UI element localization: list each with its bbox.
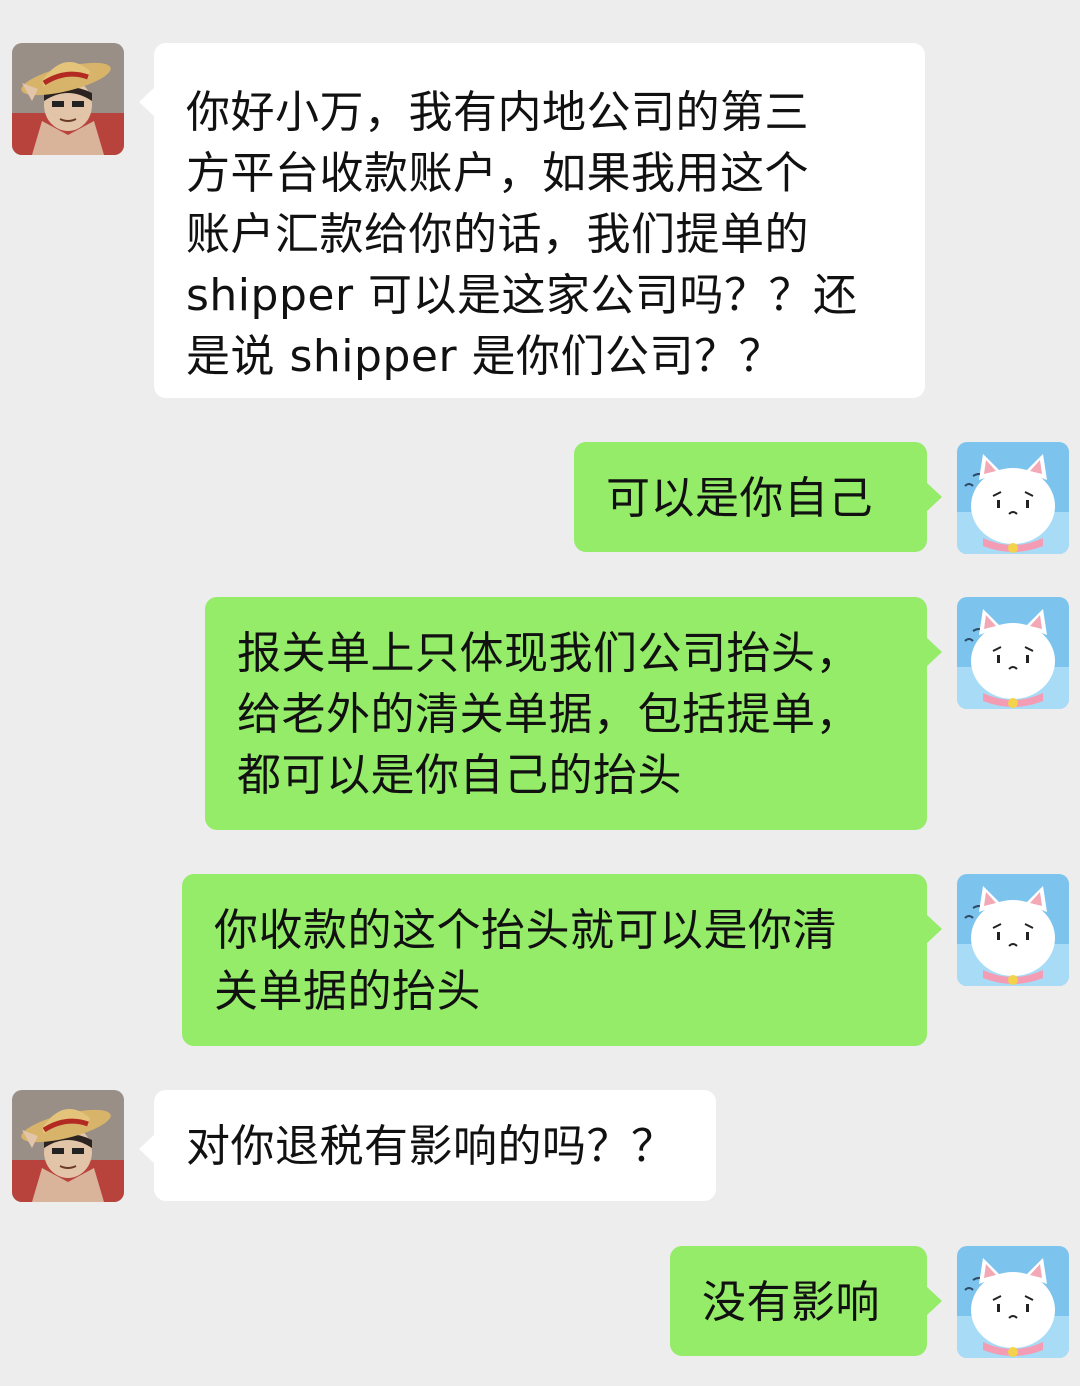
avatar-self[interactable] [957, 874, 1069, 986]
message-bubble-outgoing[interactable]: 没有影响 [670, 1246, 942, 1356]
message-bubble-outgoing[interactable]: 可以是你自己 [574, 442, 942, 552]
avatar-other[interactable] [12, 1090, 124, 1202]
straw-hat-pirate-avatar-icon [12, 1090, 124, 1202]
message-bubble-outgoing[interactable]: 报关单上只体现我们公司抬头， 给老外的清关单据，包括提单， 都可以是你自己的抬头 [205, 597, 942, 830]
message-bubble-outgoing[interactable]: 你收款的这个抬头就可以是你清 关单据的抬头 [182, 874, 942, 1046]
avatar-self[interactable] [957, 597, 1069, 709]
white-cat-avatar-icon [957, 874, 1069, 986]
avatar-self[interactable] [957, 1246, 1069, 1358]
white-cat-avatar-icon [957, 1246, 1069, 1358]
white-cat-avatar-icon [957, 442, 1069, 554]
message-bubble-incoming[interactable]: 对你退税有影响的吗？？ [139, 1090, 716, 1201]
message-bubble-incoming[interactable]: 你好小万，我有内地公司的第三 方平台收款账户，如果我用这个 账户汇款给你的话，我… [139, 43, 925, 398]
avatar-self[interactable] [957, 442, 1069, 554]
avatar-other[interactable] [12, 43, 124, 155]
white-cat-avatar-icon [957, 597, 1069, 709]
straw-hat-pirate-avatar-icon [12, 43, 124, 155]
